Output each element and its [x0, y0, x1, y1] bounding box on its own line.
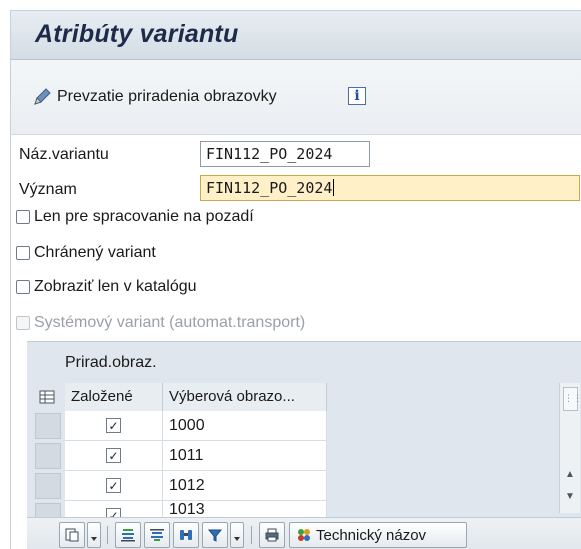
print-button[interactable] [259, 522, 285, 548]
screen-cell: 1000 [163, 411, 327, 441]
variant-attributes-window: Atribúty variantu Prevzatie priradenia o… [10, 10, 581, 549]
column-header-created[interactable]: Založené [65, 383, 163, 411]
created-cell: ✓ [65, 471, 163, 501]
title-bar: Atribúty variantu [11, 11, 581, 60]
info-icon[interactable]: i [348, 87, 366, 105]
scroll-down-icon[interactable]: ▼ [565, 491, 575, 502]
page-title: Atribúty variantu [35, 20, 239, 48]
variant-name-label: Náz.variantu [19, 146, 109, 163]
created-checkbox[interactable]: ✓ [106, 508, 121, 517]
technical-name-icon [298, 529, 310, 541]
filter-dropdown-button[interactable] [230, 522, 244, 548]
protected-variant-checkbox[interactable]: Chránený variant [16, 244, 156, 262]
table-scrollbar[interactable]: ⋮⋮ ▲ ▼ [559, 383, 581, 513]
system-variant-checkbox: Systémový variant (automat.transport) [16, 314, 305, 332]
sort-descending-button[interactable] [144, 522, 170, 548]
table-row: ✓ 1011 [31, 441, 557, 471]
row-selector[interactable] [35, 473, 61, 499]
print-icon [265, 528, 279, 542]
created-checkbox[interactable]: ✓ [106, 478, 121, 493]
sort-ascending-button[interactable] [115, 522, 141, 548]
screen-cell: 1012 [163, 471, 327, 501]
checkbox-box[interactable] [16, 280, 30, 294]
catalog-only-checkbox[interactable]: Zobraziť len v katalógu [16, 278, 197, 296]
technical-name-label: Technický názov [316, 526, 427, 544]
table-settings-icon [39, 390, 55, 404]
row-selector[interactable] [35, 443, 61, 469]
checkbox-box[interactable] [16, 210, 30, 224]
copy-icon [65, 528, 79, 542]
sort-descending-icon [150, 529, 164, 541]
screen-cell: 1013 [163, 501, 327, 517]
row-selector[interactable] [35, 503, 61, 517]
created-checkbox[interactable]: ✓ [106, 448, 121, 463]
table-row: ✓ 1000 [31, 411, 557, 441]
toolbar-separator [107, 526, 108, 544]
catalog-only-label: Zobraziť len v katalógu [34, 278, 197, 295]
screen-assignment-button[interactable]: Prevzatie priradenia obrazovky [31, 84, 277, 110]
table-row: ✓ 1012 [31, 471, 557, 501]
protected-variant-label: Chránený variant [34, 244, 156, 261]
pencil-icon [34, 88, 51, 105]
table-toolbar: Technický názov [27, 517, 581, 549]
binoculars-icon [180, 530, 192, 540]
meaning-value: FIN112_PO_2024 [206, 179, 333, 197]
checkbox-box[interactable] [16, 246, 30, 260]
toolbar-separator [251, 526, 252, 544]
table-row: ✓ 1013 [31, 501, 557, 517]
screen-cell: 1011 [163, 441, 327, 471]
text-caret [333, 179, 335, 196]
find-button[interactable] [173, 522, 199, 548]
copy-button[interactable] [59, 522, 85, 548]
meaning-label: Význam [19, 181, 77, 198]
filter-icon [207, 529, 223, 542]
meaning-field[interactable]: FIN112_PO_2024 [200, 175, 580, 201]
column-header-screen[interactable]: Výberová obrazo... [163, 383, 327, 411]
created-cell: ✓ [65, 411, 163, 441]
copy-dropdown-button[interactable] [87, 522, 101, 548]
background-only-checkbox[interactable]: Len pre spracovanie na pozadí [16, 208, 254, 226]
created-checkbox[interactable]: ✓ [106, 418, 121, 433]
technical-name-button[interactable]: Technický názov [289, 522, 467, 548]
filter-button[interactable] [202, 522, 228, 548]
created-cell: ✓ [65, 441, 163, 471]
screen-assignment-table: Prirad.obraz. Založené Výberová obrazo..… [27, 341, 581, 549]
checkbox-box [16, 316, 30, 330]
scroll-up-icon[interactable]: ▲ [565, 469, 575, 480]
scroll-grip-icon[interactable]: ⋮⋮ [563, 387, 581, 411]
created-cell: ✓ [65, 501, 163, 517]
application-toolbar: Prevzatie priradenia obrazovky i [11, 60, 581, 135]
background-only-label: Len pre spracovanie na pozadí [34, 208, 254, 225]
sort-ascending-icon [121, 529, 135, 542]
table-caption: Prirad.obraz. [65, 354, 157, 371]
system-variant-label: Systémový variant (automat.transport) [34, 314, 306, 331]
table-header-row: Založené Výberová obrazo... [31, 383, 557, 411]
select-all-icon[interactable] [31, 383, 63, 411]
screen-assignment-label: Prevzatie priradenia obrazovky [57, 88, 277, 105]
row-selector[interactable] [35, 413, 61, 439]
variant-name-field[interactable]: FIN112_PO_2024 [200, 141, 370, 167]
